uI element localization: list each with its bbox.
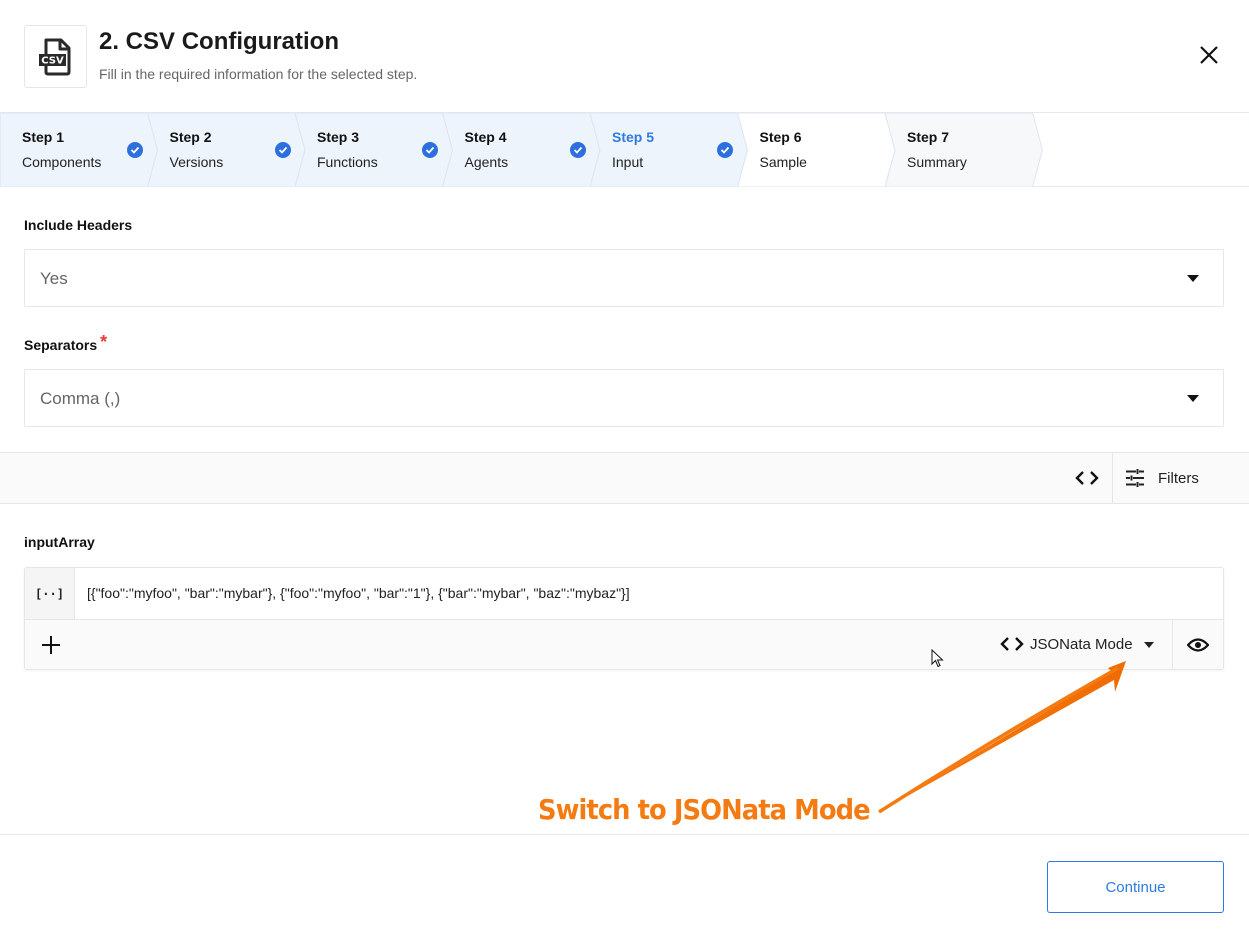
annotation-label: Switch to JSONata Mode — [538, 793, 871, 826]
separators-label: Separators * — [24, 332, 108, 355]
page-title: 2. CSV Configuration — [99, 28, 339, 55]
filters-label: Filters — [1158, 470, 1199, 487]
mode-label: JSONata Mode — [1030, 636, 1133, 653]
step-number: Step 1 — [22, 129, 65, 145]
code-brackets-icon — [1000, 637, 1024, 651]
plus-icon — [42, 636, 60, 654]
sliders-icon — [1126, 469, 1144, 487]
step-2[interactable]: Step 2 Versions — [148, 113, 298, 187]
close-button[interactable] — [1196, 42, 1222, 68]
dialog-header: CSV 2. CSV Configuration Fill in the req… — [0, 0, 1249, 112]
step-label: Input — [612, 154, 644, 170]
step-label: Versions — [169, 154, 224, 170]
chevron-down-icon — [1144, 642, 1154, 648]
step-number: Step 6 — [759, 129, 802, 145]
check-circle-icon — [127, 142, 143, 158]
step-number: Step 3 — [317, 129, 360, 145]
check-circle-icon — [422, 142, 438, 158]
jsonata-mode-dropdown[interactable]: JSONata Mode — [1000, 620, 1172, 669]
include-headers-label: Include Headers — [24, 217, 133, 233]
svg-text:CSV: CSV — [41, 55, 64, 66]
csv-file-icon: CSV — [38, 38, 70, 75]
separators-select[interactable]: Comma (,) — [24, 369, 1224, 427]
step-number: Step 7 — [907, 129, 950, 145]
input-array-field: [··] [{"foo":"myfoo", "bar":"mybar"}, {"… — [24, 567, 1224, 670]
step-7[interactable]: Step 7 Summary — [885, 113, 1035, 187]
preview-button[interactable] — [1173, 620, 1223, 669]
step-4[interactable]: Step 4 Agents — [443, 113, 593, 187]
step-6[interactable]: Step 6 Sample — [738, 113, 888, 187]
continue-button[interactable]: Continue — [1047, 861, 1224, 913]
input-array-expression[interactable]: [{"foo":"myfoo", "bar":"mybar"}, {"foo":… — [87, 585, 630, 601]
step-number: Step 4 — [464, 129, 507, 145]
footer-divider — [0, 834, 1249, 835]
csv-logo: CSV — [24, 25, 87, 88]
required-mark: * — [100, 332, 108, 352]
check-circle-icon — [569, 142, 586, 158]
mouse-cursor-icon — [931, 649, 944, 668]
step-1[interactable]: Step 1 Components — [0, 113, 150, 187]
include-headers-select[interactable]: Yes — [24, 249, 1224, 307]
step-3[interactable]: Step 3 Functions — [295, 113, 445, 187]
add-button[interactable] — [37, 631, 65, 659]
separators-value: Comma (,) — [40, 389, 121, 408]
step-label: Sample — [759, 154, 807, 170]
input-array-label: inputArray — [24, 534, 95, 550]
step-5[interactable]: Step 5 Input — [590, 113, 740, 187]
close-icon — [1200, 46, 1218, 64]
step-number: Step 5 — [612, 129, 655, 145]
input-array-actions: JSONata Mode — [25, 619, 1223, 669]
chevron-down-icon — [1187, 275, 1199, 282]
stepper: Step 1 Components Step 2 Versions Step 3 Func… — [0, 112, 1249, 187]
eye-icon — [1187, 637, 1209, 652]
check-circle-icon — [274, 142, 291, 158]
step-label: Agents — [464, 154, 509, 170]
check-circle-icon — [717, 142, 733, 158]
step-number: Step 2 — [169, 129, 212, 145]
array-type-badge: [··] — [25, 568, 75, 619]
filters-button[interactable]: Filters — [1113, 453, 1249, 503]
separators-label-text: Separators — [24, 337, 98, 353]
mapping-toolbar: Filters — [0, 452, 1249, 504]
step-label: Components — [22, 154, 102, 170]
chevron-down-icon — [1187, 395, 1199, 402]
page-subtitle: Fill in the required information for the… — [99, 66, 418, 82]
step-label: Summary — [907, 154, 967, 170]
step-label: Functions — [317, 154, 378, 170]
code-brackets-icon — [1075, 471, 1099, 485]
code-view-button[interactable] — [1062, 453, 1112, 503]
include-headers-value: Yes — [40, 269, 68, 288]
